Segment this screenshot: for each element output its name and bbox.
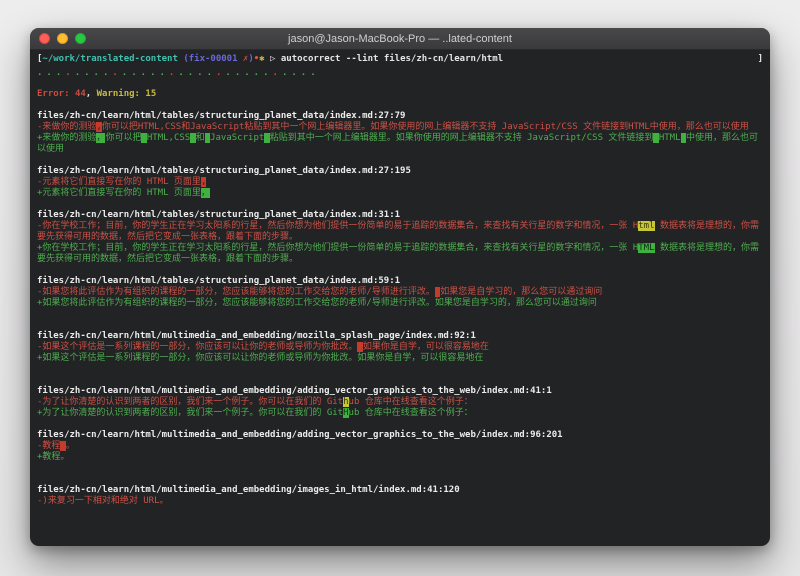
progress-dot-red: . xyxy=(112,68,121,78)
diff-text: +来做你的测验 xyxy=(37,133,96,143)
lint-block: files/zh-cn/learn/html/multimedia_and_em… xyxy=(37,485,763,507)
window-titlebar[interactable]: jason@Jason-MacBook-Pro — ..lated-conten… xyxy=(30,28,770,50)
diff-highlight-ins: ， xyxy=(201,188,210,198)
diff-text: -为了让你清楚的认识到两者的区别，我们来一个例子。你可以在我们的 Git xyxy=(37,397,343,407)
error-label: Error: xyxy=(37,89,75,99)
file-path: files/zh-cn/learn/html/multimedia_and_em… xyxy=(37,386,763,397)
prompt-bracket-close: ] xyxy=(758,54,763,65)
warning-count: 15 xyxy=(145,89,156,99)
progress-dots: .............................. xyxy=(37,68,763,79)
lint-block: files/zh-cn/learn/html/tables/structurin… xyxy=(37,111,763,155)
diff-line-added: +如果您将此评估作为有组织的课程的一部分，您应该能够将您的工作交给您的老师/导师… xyxy=(37,298,763,309)
progress-dot-green: ... xyxy=(37,68,65,78)
window-title: jason@Jason-MacBook-Pro — ..lated-conten… xyxy=(30,33,770,45)
diff-text: +为了让你清楚的认识到两者的区别，我们来一个例子。你可以在我们的 Git xyxy=(37,408,343,418)
file-path: files/zh-cn/learn/html/tables/structurin… xyxy=(37,210,763,221)
diff-highlight-warn: tml xyxy=(638,221,654,231)
prompt-spacer xyxy=(503,54,758,65)
diff-text: -来做你的测验 xyxy=(37,122,96,132)
progress-dot-green: .... xyxy=(75,68,113,78)
lint-block: files/zh-cn/learn/html/tables/structurin… xyxy=(37,210,763,265)
diff-line-removed: -你在学校工作；目前，你的学生正在学习太阳系的行星，然后你想为他们提供一份简单的… xyxy=(37,221,763,243)
lint-block: files/zh-cn/learn/html/multimedia_and_em… xyxy=(37,430,763,463)
diff-line-removed: -如果您将此评估作为有组织的课程的一部分，您应该能够将您的工作交给您的老师/导师… xyxy=(37,287,763,298)
diff-text: -你在学校工作；目前，你的学生正在学习太阳系的行星，然后你想为他们提供一份简单的… xyxy=(37,221,638,231)
diff-text: 如果你是自学，可以很容易地在 xyxy=(363,342,489,352)
diff-text: +你在学校工作；目前，你的学生正在学习太阳系的行星，然后你想为他们提供一份简单的… xyxy=(37,243,638,253)
terminal-window: jason@Jason-MacBook-Pro — ..lated-conten… xyxy=(30,28,770,546)
file-path: files/zh-cn/learn/html/multimedia_and_em… xyxy=(37,485,763,496)
diff-text: +如果您将此评估作为有组织的课程的一部分，您应该能够将您的工作交给您的老师/导师… xyxy=(37,298,597,308)
file-path: files/zh-cn/learn/html/multimedia_and_em… xyxy=(37,331,763,342)
lint-block: files/zh-cn/learn/html/multimedia_and_em… xyxy=(37,386,763,419)
diff-line-added: +教程。 xyxy=(37,452,763,463)
diff-line-added: +为了让你清楚的认识到两者的区别，我们来一个例子。你可以在我们的 GitHub … xyxy=(37,408,763,419)
diff-line-removed: -来做你的测验,你可以把HTML,CSS和JavaScript粘贴到其中一个网上… xyxy=(37,122,763,133)
file-path: files/zh-cn/learn/html/tables/structurin… xyxy=(37,166,763,177)
summary-separator: , xyxy=(86,89,97,99)
diff-text: -如果您将此评估作为有组织的课程的一部分，您应该能够将您的工作交给您的老师/导师… xyxy=(37,287,435,297)
diff-text: 和 xyxy=(196,133,205,143)
diff-line-removed: -)来复习一下相对和绝对 URL。 xyxy=(37,496,763,507)
file-path: files/zh-cn/learn/html/multimedia_and_em… xyxy=(37,430,763,441)
minimize-button[interactable] xyxy=(57,33,68,44)
traffic-lights xyxy=(30,33,86,44)
progress-dot-green: .... xyxy=(178,68,216,78)
diff-text: ub 仓库中在线查看这个例子： xyxy=(349,408,473,418)
diff-text: -元素将它们直接写在你的 HTML 页面里 xyxy=(37,177,201,187)
diff-text: HTML,CSS xyxy=(147,133,190,143)
close-button[interactable] xyxy=(39,33,50,44)
progress-dot-red: . xyxy=(273,68,282,78)
lint-block: files/zh-cn/learn/html/tables/structurin… xyxy=(37,276,763,309)
lint-block: files/zh-cn/learn/html/multimedia_and_em… xyxy=(37,331,763,364)
progress-dot-green: ..... xyxy=(122,68,169,78)
diff-text: 粘贴到其中一个网上编辑器里。如果你使用的网上编辑器不支持 JavaScript/… xyxy=(270,133,654,143)
diff-text: 如果您是自学习的，那么您可以通过询问 xyxy=(440,287,602,297)
diff-line-added: +元素将它们直接写在你的 HTML 页面里， xyxy=(37,188,763,199)
diff-text: JavaScript xyxy=(210,133,264,143)
diff-line-added: +你在学校工作；目前，你的学生正在学习太阳系的行星，然后你想为他们提供一份简单的… xyxy=(37,243,763,265)
diff-highlight-ins: TML xyxy=(638,243,654,253)
progress-dot-green: ..... xyxy=(225,68,272,78)
file-path: files/zh-cn/learn/html/tables/structurin… xyxy=(37,276,763,287)
progress-dot-green: .... xyxy=(282,68,320,78)
diff-line-removed: -为了让你清楚的认识到两者的区别，我们来一个例子。你可以在我们的 Github … xyxy=(37,397,763,408)
progress-dot-red: . xyxy=(65,68,74,78)
diff-text: +元素将它们直接写在你的 HTML 页面里 xyxy=(37,188,201,198)
diff-text: -教程 xyxy=(37,441,60,451)
zoom-button[interactable] xyxy=(75,33,86,44)
shell-prompt: [~/work/translated-content (fix-00001 ✗)… xyxy=(37,54,763,65)
warning-label: Warning: xyxy=(97,89,146,99)
git-branch: (fix-00001 xyxy=(183,54,243,65)
diff-text: ub 仓库中在线查看这个例子： xyxy=(349,397,473,407)
diff-text: 你可以把HTML,CSS和JavaScript粘贴到其中一个网上编辑器里。如果你… xyxy=(102,122,749,132)
prompt-cwd: ~/work/translated-content xyxy=(42,54,177,65)
file-path: files/zh-cn/learn/html/tables/structurin… xyxy=(37,111,763,122)
prompt-caret-icon: ▷ xyxy=(270,54,281,65)
diff-text: -)来复习一下相对和绝对 URL。 xyxy=(37,496,169,506)
diff-text: HTML xyxy=(659,133,681,143)
diff-text: 你可以把 xyxy=(105,133,141,143)
lint-results: files/zh-cn/learn/html/tables/structurin… xyxy=(37,111,763,507)
progress-dot-red: . xyxy=(169,68,178,78)
progress-dot-red: . xyxy=(216,68,225,78)
error-count: 44 xyxy=(75,89,86,99)
diff-text: +如果这个评估是一系列课程的一部分，你应该可以让你的老师或导师为你批改。如果你是… xyxy=(37,353,483,363)
lint-summary: Error: 44, Warning: 15 xyxy=(37,89,763,100)
diff-highlight-del: , xyxy=(201,177,206,187)
diff-line-removed: -教程 。 xyxy=(37,441,763,452)
lint-block: files/zh-cn/learn/html/tables/structurin… xyxy=(37,166,763,199)
diff-line-added: +来做你的测验，你可以把 HTML,CSS 和 JavaScript 粘贴到其中… xyxy=(37,133,763,155)
diff-line-removed: -如果这个评估是一系列课程的一部分，你应该可以让你的老师或导师为你批改。 如果你… xyxy=(37,342,763,353)
diff-text: 。 xyxy=(66,441,75,451)
diff-text: +教程。 xyxy=(37,452,69,462)
terminal-content[interactable]: [~/work/translated-content (fix-00001 ✗)… xyxy=(30,50,770,546)
diff-text: -如果这个评估是一系列课程的一部分，你应该可以让你的老师或导师为你批改。 xyxy=(37,342,357,352)
diff-line-added: +如果这个评估是一系列课程的一部分，你应该可以让你的老师或导师为你批改。如果你是… xyxy=(37,353,763,364)
diff-line-removed: -元素将它们直接写在你的 HTML 页面里, xyxy=(37,177,763,188)
command-text: autocorrect --lint files/zh-cn/learn/htm… xyxy=(281,54,503,65)
